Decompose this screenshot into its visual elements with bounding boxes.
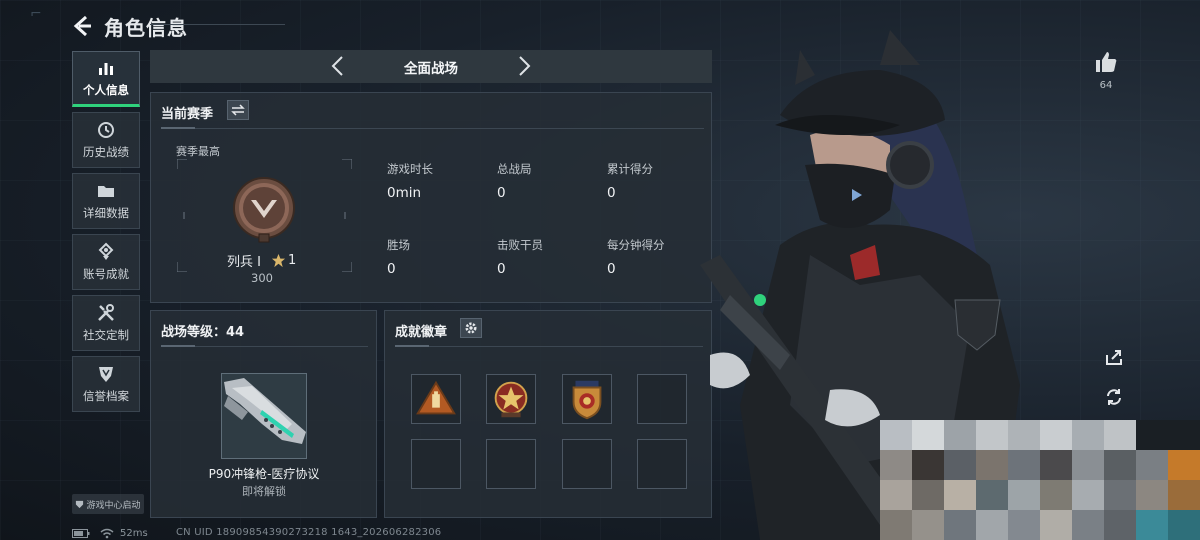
weapon-name: P90冲锋枪-医疗协议 [208,467,320,481]
page-title: 角色信息 [104,15,188,40]
sidebar-item-personal-info[interactable]: 个人信息 [72,51,140,107]
stat-play-time: 游戏时长 0min [387,161,497,201]
sidebar-item-label: 详细数据 [83,206,129,220]
sidebar: 个人信息 历史战绩 详细数据 账号成就 社交定制 信誉档案 [72,51,140,417]
badge-slot-7[interactable] [562,439,612,489]
back-arrow-icon[interactable] [70,13,96,39]
badge-slot-5[interactable] [411,439,461,489]
clock-icon [98,122,114,138]
sidebar-item-achievements[interactable]: 账号成就 [72,234,140,290]
share-button[interactable] [1100,343,1128,371]
stat-wins: 胜场 0 [387,237,497,277]
folder-icon [98,186,114,197]
stat-label: 胜场 [387,238,410,252]
divider-accent [161,127,195,129]
rank-score: 300 [251,271,273,285]
stat-label: 击败干员 [497,238,543,252]
sidebar-item-social-custom[interactable]: 社交定制 [72,295,140,351]
battlefield-level-title: 战场等级：44 [161,325,245,340]
badge-slot-8[interactable] [637,439,687,489]
shield-small-icon [76,500,84,508]
p90-weapon-icon [222,374,306,458]
season-title: 当前赛季 [161,107,214,122]
swap-icon [231,104,245,116]
stat-total-matches: 总战局 0 [497,161,607,201]
triangle-badge-icon [416,380,456,415]
divider-accent [395,345,429,347]
weapon-status: 即将解锁 [242,485,286,498]
pixelated-overlay [880,420,1200,540]
achievement-title: 成就徽章 [395,325,448,340]
chevron-right-icon[interactable] [512,54,536,78]
switch-season-button[interactable] [227,100,249,120]
header-divider [150,24,285,25]
badge-slot-4[interactable] [637,374,687,424]
rank-stars: 1 [287,253,297,268]
sidebar-item-label: 账号成就 [83,267,129,281]
rank-medal-icon [233,177,295,243]
corner-mark: ⌐ [30,6,42,22]
launch-badge-label: 游戏中心启动 [86,500,141,511]
police-shield-badge-icon [572,380,602,420]
header: 角色信息 [70,8,188,44]
sidebar-item-label: 个人信息 [83,83,129,97]
badge-slot-1[interactable] [411,374,461,424]
divider [161,128,704,129]
divider-accent [161,345,195,347]
badge-settings-button[interactable] [460,318,482,338]
sidebar-item-label: 社交定制 [83,328,129,342]
chevron-left-icon[interactable] [326,54,350,78]
uid-text: CN UID 18909854390273218 1643_2026062823… [176,527,442,538]
gear-icon [465,322,477,334]
stat-value: 0min [387,185,422,201]
battery-icon [72,528,90,538]
mode-title: 全面战场 [404,60,458,77]
star-icon [271,253,286,268]
sidebar-item-history[interactable]: 历史战绩 [72,112,140,168]
mode-selector: 全面战场 [150,50,712,83]
wifi-icon [100,528,114,538]
status-bar: 52ms [72,526,148,540]
star-emblem-badge-icon [494,381,528,418]
stat-label: 总战局 [497,162,532,176]
weapon-reward-card[interactable] [221,373,307,459]
sidebar-item-detailed-data[interactable]: 详细数据 [72,173,140,229]
sidebar-item-label: 历史战绩 [83,145,129,159]
like-count: 64 [1099,80,1113,91]
divider [395,346,703,347]
achievement-icon [98,242,114,260]
ping-text: 52ms [120,527,148,539]
achievement-badges-panel: 成就徽章 [384,310,712,518]
season-best-label: 赛季最高 [176,145,220,158]
bar-chart-icon [99,63,113,75]
stat-label: 游戏时长 [387,162,433,176]
badge-slot-6[interactable] [486,439,536,489]
share-icon [1106,350,1122,365]
stat-value: 0 [497,261,506,277]
thumbs-up-icon[interactable] [1094,50,1118,74]
rotate-button[interactable] [1100,383,1128,411]
shield-icon [99,367,113,382]
sidebar-item-reputation[interactable]: 信誉档案 [72,356,140,412]
badge-slot-3[interactable] [562,374,612,424]
sidebar-item-label: 信誉档案 [83,389,129,403]
game-center-launch-badge: 游戏中心启动 [72,494,144,514]
tools-icon [98,304,114,321]
rank-row: 列兵 Ⅰ 1 [227,251,296,270]
stat-value: 0 [387,261,396,277]
rank-name: 列兵 Ⅰ [227,255,261,270]
badge-slot-2[interactable] [486,374,536,424]
stat-value: 0 [497,185,506,201]
rotate-icon [1107,389,1121,405]
stat-kills: 击败干员 0 [497,237,607,277]
season-panel: 当前赛季 赛季最高 列兵 Ⅰ 1 300 游戏时长 0min 总战局 0 累计得… [150,92,712,303]
battlefield-level-panel: 战场等级：44 P90冲锋枪-医疗协议 即将解锁 [150,310,377,518]
